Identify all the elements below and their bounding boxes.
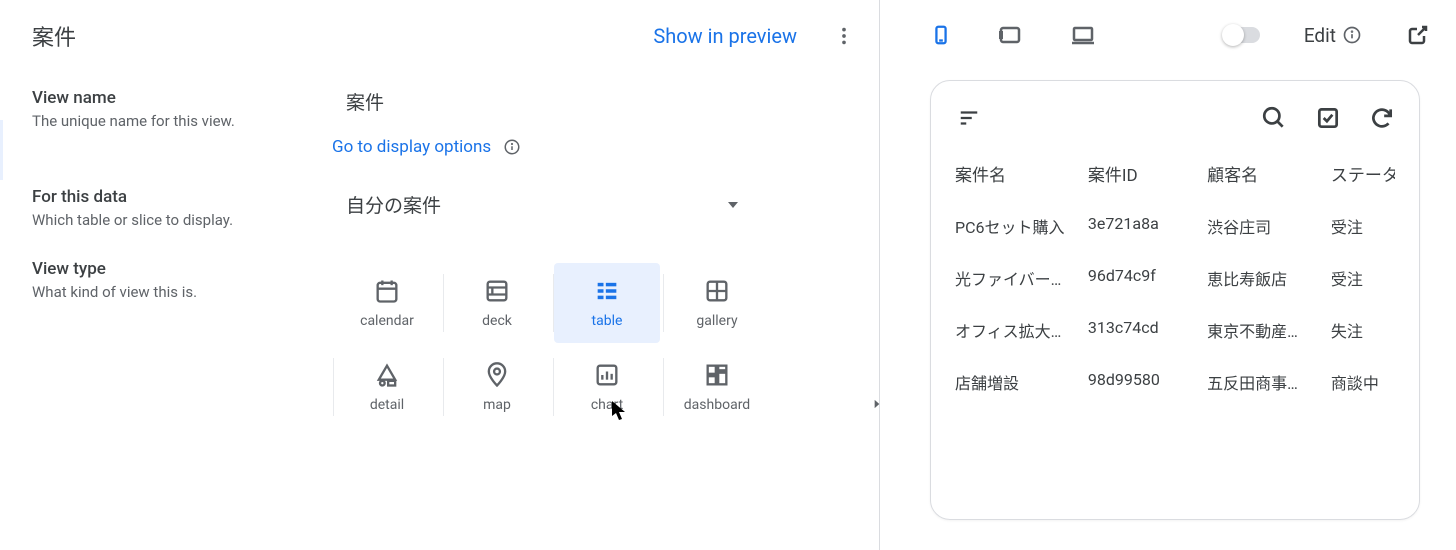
tile-label-detail: detail xyxy=(370,397,404,413)
tile-table[interactable]: table xyxy=(554,263,660,343)
view-type-control: calendar deck table gallery detail xyxy=(332,257,847,429)
table-header-row: 案件名 案件ID 顧客名 ステータス xyxy=(937,147,1413,200)
sort-icon[interactable] xyxy=(955,107,983,129)
table-row[interactable]: 光ファイバー… 96d74c9f 恵比寿飯店 受注 xyxy=(937,252,1413,304)
dropdown-icon xyxy=(728,202,738,208)
for-data-control: 自分の案件 xyxy=(332,185,847,229)
tile-dashboard[interactable]: dashboard xyxy=(664,347,770,427)
view-type-grid: calendar deck table gallery detail xyxy=(332,261,847,429)
display-options-link[interactable]: Go to display options xyxy=(332,137,491,157)
preview-app-toolbar xyxy=(937,97,1413,147)
tile-label-calendar: calendar xyxy=(360,313,414,329)
more-vert-icon[interactable] xyxy=(833,25,855,47)
preview-pane: Edit 案件名 xyxy=(880,0,1456,550)
for-data-label: For this data xyxy=(32,187,332,207)
table-row[interactable]: 店舗増設 98d99580 五反田商事… 商談中 xyxy=(937,356,1413,408)
preview-table: 案件名 案件ID 顧客名 ステータス PC6セット購入 3e721a8a 渋谷庄… xyxy=(937,147,1413,408)
view-name-row: View name The unique name for this view.… xyxy=(0,72,879,171)
view-title: 案件 xyxy=(32,20,76,52)
refresh-icon[interactable] xyxy=(1369,105,1395,131)
for-data-select[interactable]: 自分の案件 xyxy=(332,185,752,224)
tile-label-table: table xyxy=(592,313,623,329)
desktop-device-icon[interactable] xyxy=(1068,23,1098,47)
for-data-value: 自分の案件 xyxy=(346,191,441,218)
tile-label-gallery: gallery xyxy=(696,313,737,329)
tile-calendar[interactable]: calendar xyxy=(334,263,440,343)
view-type-label: View type xyxy=(32,259,332,279)
search-icon[interactable] xyxy=(1261,105,1287,131)
table-row[interactable]: オフィス拡大… 313c74cd 東京不動産… 失注 xyxy=(937,304,1413,356)
header-name[interactable]: 案件名 xyxy=(955,161,1088,186)
display-options-row: Go to display options xyxy=(332,137,847,157)
tile-label-dashboard: dashboard xyxy=(684,397,750,413)
editor-header: 案件 Show in preview xyxy=(0,0,879,72)
tablet-device-icon[interactable] xyxy=(996,23,1024,47)
tile-detail[interactable]: detail xyxy=(334,347,440,427)
header-status[interactable]: ステータス xyxy=(1331,161,1395,186)
header-customer[interactable]: 顧客名 xyxy=(1207,161,1331,186)
for-data-label-block: For this data Which table or slice to di… xyxy=(32,185,332,229)
view-name-label: View name xyxy=(32,88,332,108)
edit-label: Edit xyxy=(1304,24,1362,47)
header-id[interactable]: 案件ID xyxy=(1088,161,1207,186)
view-name-sublabel: The unique name for this view. xyxy=(32,112,332,130)
preview-toolbar-right xyxy=(1261,105,1395,131)
device-toolbar: Edit xyxy=(890,0,1446,60)
view-name-input[interactable]: 案件 xyxy=(332,86,847,123)
tile-label-chart: chart xyxy=(591,397,623,413)
view-name-control: 案件 Go to display options xyxy=(332,86,847,157)
for-data-sublabel: Which table or slice to display. xyxy=(32,211,332,229)
info-icon[interactable] xyxy=(503,138,521,156)
tile-chart[interactable]: chart xyxy=(554,347,660,427)
for-data-row: For this data Which table or slice to di… xyxy=(0,171,879,243)
view-type-row: View type What kind of view this is. cal… xyxy=(0,243,879,443)
tile-map[interactable]: map xyxy=(444,347,550,427)
show-in-preview-link[interactable]: Show in preview xyxy=(653,24,797,48)
active-section-indicator xyxy=(0,120,3,180)
info-icon[interactable] xyxy=(1342,25,1362,45)
tile-label-map: map xyxy=(483,397,511,413)
preview-frame: 案件名 案件ID 顧客名 ステータス PC6セット購入 3e721a8a 渋谷庄… xyxy=(930,80,1420,520)
editor-pane: 案件 Show in preview View name The unique … xyxy=(0,0,880,550)
edit-toggle[interactable] xyxy=(1224,27,1260,43)
view-type-sublabel: What kind of view this is. xyxy=(32,283,332,301)
phone-device-icon[interactable] xyxy=(930,20,952,50)
tile-label-deck: deck xyxy=(482,313,512,329)
header-actions: Show in preview xyxy=(653,24,855,48)
open-external-icon[interactable] xyxy=(1406,23,1430,47)
view-type-label-block: View type What kind of view this is. xyxy=(32,257,332,429)
tile-deck[interactable]: deck xyxy=(444,263,550,343)
checkbox-icon[interactable] xyxy=(1315,105,1341,131)
table-row[interactable]: PC6セット購入 3e721a8a 渋谷庄司 受注 xyxy=(937,200,1413,252)
view-name-label-block: View name The unique name for this view. xyxy=(32,86,332,157)
tile-gallery[interactable]: gallery xyxy=(664,263,770,343)
